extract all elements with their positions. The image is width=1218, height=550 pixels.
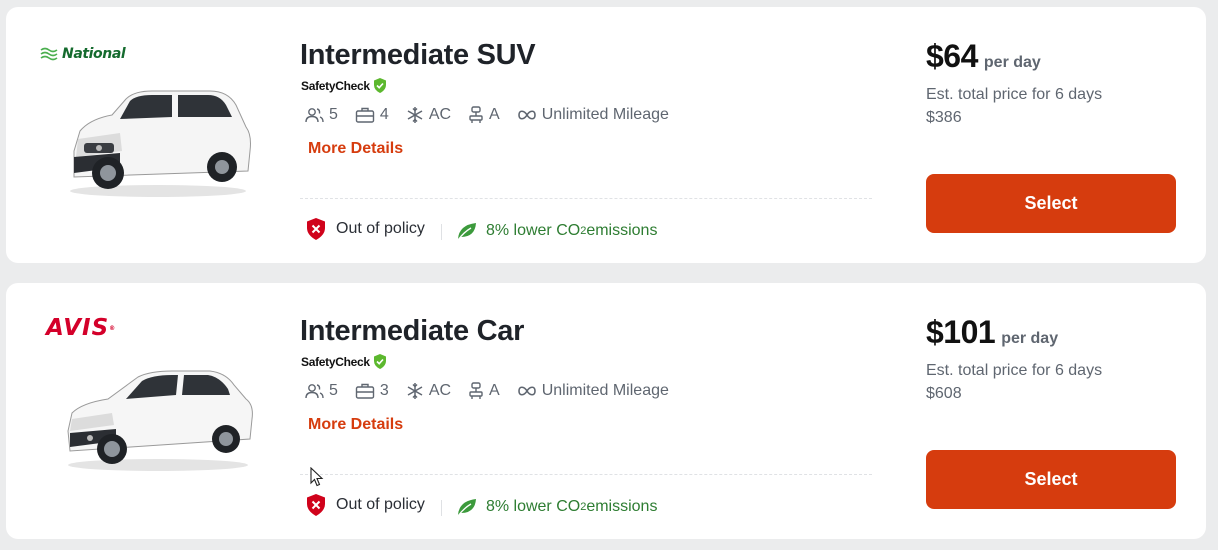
shield-x-icon — [307, 494, 325, 516]
transmission-feature: A — [468, 106, 500, 124]
price-line: $64 per day — [926, 38, 1041, 75]
divider — [300, 198, 872, 199]
snowflake-icon — [407, 383, 423, 399]
total-price-value: $386 — [926, 109, 962, 126]
co2-suffix: emissions — [586, 222, 658, 239]
leaf-icon — [457, 223, 476, 241]
bags-value: 3 — [379, 382, 389, 399]
mouse-cursor-icon — [310, 467, 324, 487]
car-title: Intermediate Car — [300, 315, 525, 347]
listing-info: Intermediate SUV SafetyCheck 5 4 AC A Un… — [300, 7, 872, 263]
separator — [440, 224, 442, 240]
snowflake-icon — [407, 107, 423, 123]
co2-emissions: 8% lower CO 2 emissions — [456, 221, 658, 241]
co2-suffix: emissions — [586, 498, 658, 515]
feature-list: 5 3 AC A Unlimited Mileage — [304, 382, 686, 400]
people-icon — [305, 384, 324, 399]
car-listing-card: AVIS ® Intermediate Car SafetyCheck 5 3 … — [6, 283, 1206, 539]
leaf-icon — [457, 499, 476, 517]
vendor-name: AVIS — [46, 315, 110, 341]
mileage-feature: Unlimited Mileage — [517, 382, 669, 400]
ac-feature: AC — [406, 106, 451, 124]
gear-shift-icon — [469, 382, 483, 399]
co2-prefix: 8% lower CO — [485, 498, 581, 515]
car-listing-card: National Intermediate SUV SafetyCheck 5 … — [6, 7, 1206, 263]
mileage-feature: Unlimited Mileage — [517, 106, 669, 124]
shield-x-icon — [307, 218, 325, 240]
registered-mark: ® — [109, 324, 117, 332]
gear-shift-icon — [469, 106, 483, 123]
total-price-label: Est. total price for 6 days — [926, 86, 1103, 103]
safety-check-badge: SafetyCheck — [301, 78, 387, 93]
safety-check-label: SafetyCheck — [301, 354, 370, 369]
national-logo: National — [40, 43, 126, 65]
transmission-value: A — [489, 382, 500, 399]
safety-check-badge: SafetyCheck — [301, 354, 387, 369]
transmission-value: A — [489, 106, 500, 123]
passengers-feature: 5 — [304, 106, 338, 124]
policy-label: Out of policy — [336, 220, 425, 237]
policy-status: Out of policy — [306, 218, 425, 240]
ac-feature: AC — [406, 382, 451, 400]
total-price-label: Est. total price for 6 days — [926, 362, 1103, 379]
ac-value: AC — [428, 106, 452, 123]
price-line: $101 per day — [926, 314, 1058, 351]
policy-status: Out of policy — [306, 494, 425, 516]
safety-check-label: SafetyCheck — [301, 78, 370, 93]
national-waves-icon — [40, 47, 58, 61]
ac-value: AC — [428, 382, 452, 399]
co2-prefix: 8% lower CO — [485, 222, 581, 239]
briefcase-icon — [355, 383, 375, 399]
more-details-link[interactable]: More Details — [308, 416, 403, 434]
infinity-icon — [517, 110, 536, 120]
policy-label: Out of policy — [336, 496, 425, 513]
vendor-name: National — [62, 46, 126, 62]
feature-list: 5 4 AC A Unlimited Mileage — [304, 106, 686, 124]
daily-price: $64 — [926, 38, 978, 74]
bags-feature: 4 — [355, 106, 389, 124]
mileage-value: Unlimited Mileage — [541, 106, 669, 123]
divider — [300, 474, 872, 475]
passengers-value: 5 — [329, 382, 338, 399]
listing-info: Intermediate Car SafetyCheck 5 3 AC A Un… — [300, 283, 872, 539]
per-day-label: per day — [1001, 330, 1059, 347]
bags-feature: 3 — [355, 382, 389, 400]
policy-row: Out of policy 8% lower CO 2 emissions — [306, 494, 658, 517]
shield-check-icon — [373, 78, 386, 93]
transmission-feature: A — [468, 382, 500, 400]
price-column: $101 per day Est. total price for 6 days… — [926, 283, 1176, 539]
mileage-value: Unlimited Mileage — [541, 382, 669, 399]
total-price-value: $608 — [926, 385, 962, 402]
briefcase-icon — [355, 107, 375, 123]
select-button[interactable]: Select — [926, 174, 1176, 233]
passengers-feature: 5 — [304, 382, 338, 400]
select-button[interactable]: Select — [926, 450, 1176, 509]
daily-price: $101 — [926, 314, 996, 350]
policy-row: Out of policy 8% lower CO 2 emissions — [306, 218, 658, 241]
per-day-label: per day — [983, 54, 1041, 71]
price-column: $64 per day Est. total price for 6 days … — [926, 7, 1176, 263]
bags-value: 4 — [379, 106, 389, 123]
car-title: Intermediate SUV — [300, 39, 536, 71]
co2-emissions: 8% lower CO 2 emissions — [456, 497, 658, 517]
shield-check-icon — [373, 354, 386, 369]
avis-logo: AVIS ® — [46, 315, 117, 341]
passengers-value: 5 — [329, 106, 338, 123]
suv-image — [70, 90, 251, 197]
more-details-link[interactable]: More Details — [308, 140, 403, 158]
separator — [440, 500, 442, 516]
sedan-image — [67, 370, 253, 471]
infinity-icon — [517, 386, 536, 396]
people-icon — [305, 108, 324, 123]
